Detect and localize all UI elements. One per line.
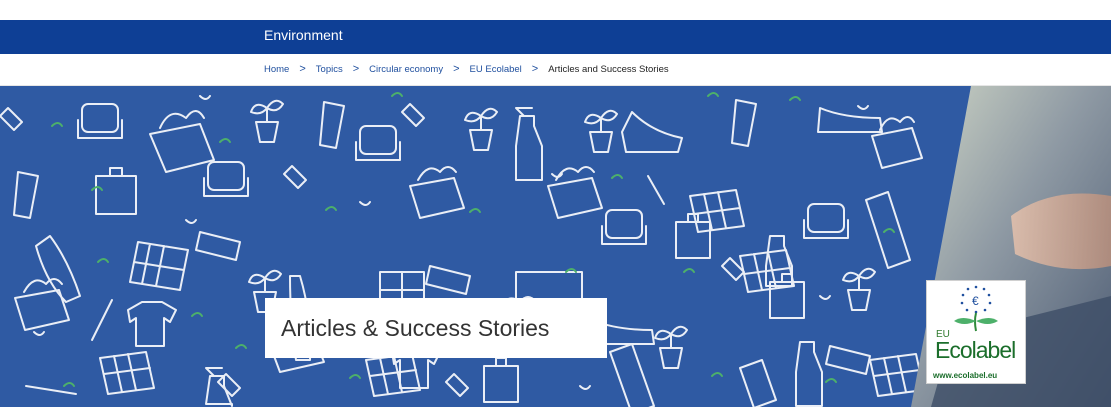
- breadcrumb-topics[interactable]: Topics: [316, 64, 343, 75]
- chevron-right-icon: >: [299, 63, 306, 75]
- breadcrumb-eu-ecolabel[interactable]: EU Ecolabel: [470, 64, 522, 75]
- svg-text:€: €: [972, 294, 979, 308]
- ecolabel-name-text: Ecolabel: [935, 337, 1016, 363]
- hero-banner: Articles & Success Stories € EU Ecolabel…: [0, 86, 1111, 407]
- site-header: Environment: [0, 20, 1111, 54]
- breadcrumb: Home > Topics > Circular economy > EU Ec…: [0, 54, 1111, 86]
- chevron-right-icon: >: [352, 63, 360, 75]
- ecolabel-url-text: www.ecolabel.eu: [933, 371, 998, 380]
- breadcrumb-circular-economy[interactable]: Circular economy: [369, 64, 443, 75]
- breadcrumb-home[interactable]: Home: [264, 64, 289, 75]
- hero-title: Articles & Success Stories: [265, 298, 607, 358]
- breadcrumb-current: Articles and Success Stories: [548, 63, 669, 75]
- ecolabel-flower-icon: €: [954, 285, 998, 332]
- top-spacer: [0, 0, 1111, 20]
- site-title[interactable]: Environment: [264, 27, 343, 43]
- eu-ecolabel-logo[interactable]: € EU Ecolabel www.ecolabel.eu: [926, 280, 1026, 384]
- chevron-right-icon: >: [453, 63, 460, 75]
- chevron-right-icon: >: [531, 63, 539, 75]
